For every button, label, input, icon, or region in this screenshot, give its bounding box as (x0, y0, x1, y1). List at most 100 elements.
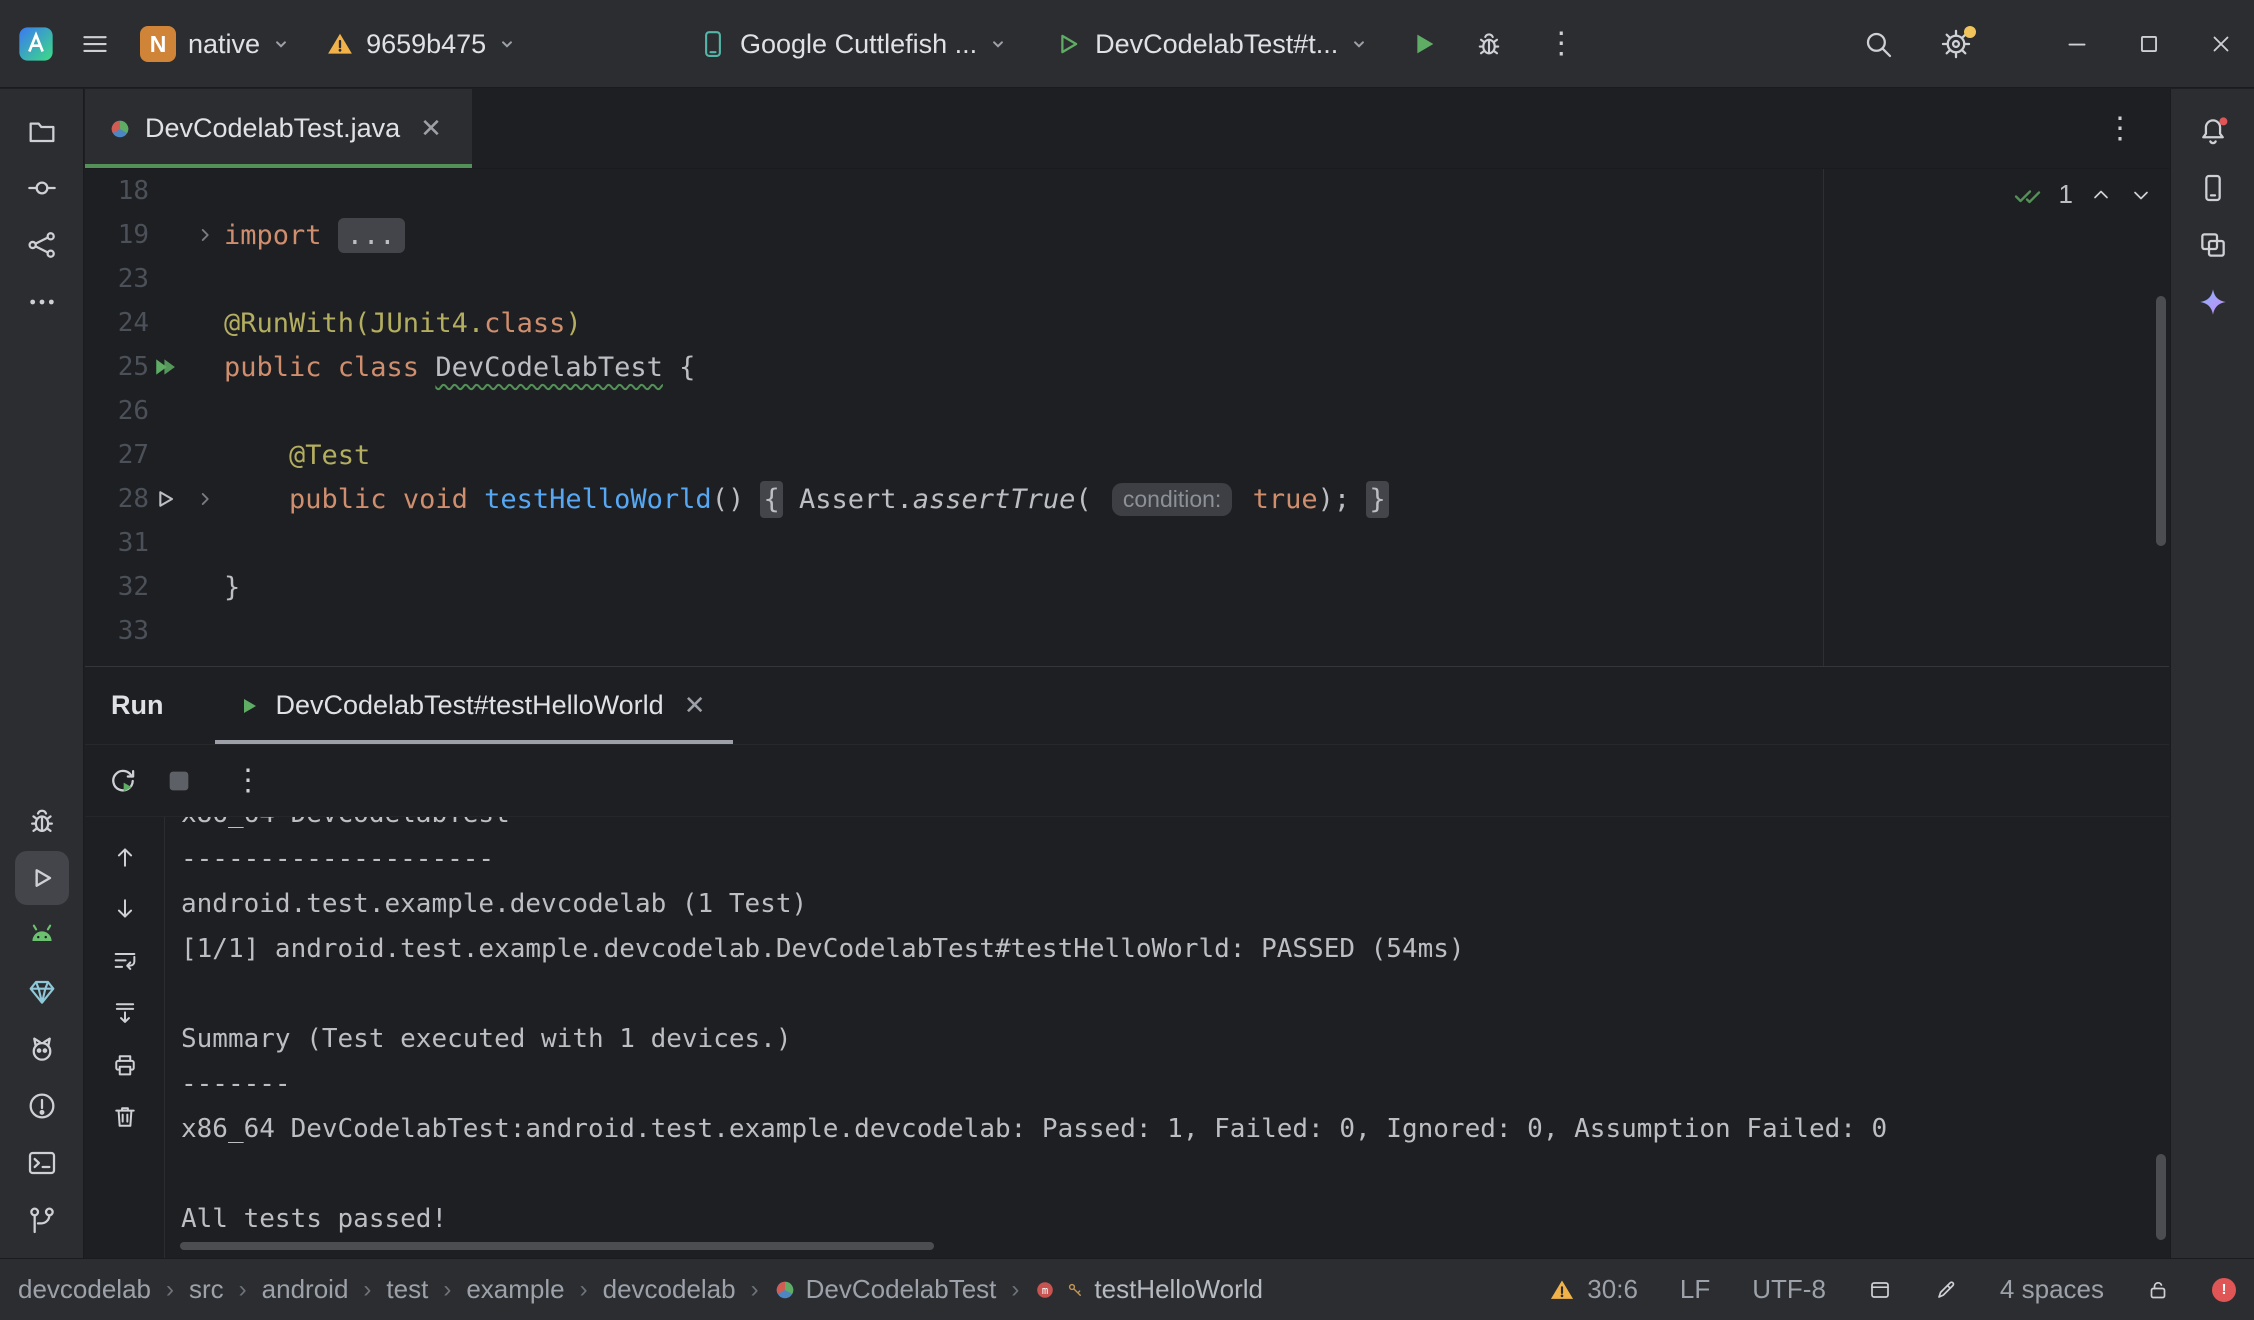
more-button[interactable] (15, 275, 69, 329)
run-tab[interactable]: DevCodelabTest#testHelloWorld ✕ (215, 667, 733, 744)
project-button[interactable] (15, 104, 69, 158)
breadcrumb-item[interactable]: devcodelab (18, 1274, 151, 1305)
debug-button[interactable] (1474, 29, 1504, 59)
close-tab-button[interactable]: ✕ (414, 111, 448, 146)
console-options-button[interactable]: ⋮ (225, 766, 271, 796)
highlighting-level-widget[interactable] (1934, 1278, 1958, 1302)
ide-error-badge[interactable]: ! (2212, 1278, 2236, 1302)
breadcrumb-item[interactable]: mtestHelloWorld (1034, 1274, 1263, 1305)
run-configuration-selector[interactable]: DevCodelabTest#t... (1047, 21, 1374, 68)
logcat-icon (26, 1033, 58, 1065)
notifications-button[interactable] (2186, 104, 2240, 158)
settings-button[interactable] (1940, 28, 1972, 60)
run-class-icon[interactable] (151, 353, 179, 381)
code-editor[interactable]: 1819import ...2324@RunWith(JUnit4.class)… (85, 169, 2169, 666)
inspections-widget[interactable]: 1 (2013, 179, 2153, 210)
rerun-button[interactable] (99, 757, 147, 805)
code-line[interactable]: 18 (85, 169, 2169, 213)
close-icon: ✕ (420, 113, 442, 143)
notifications-icon (2197, 115, 2229, 147)
code-line[interactable]: 19import ... (85, 213, 2169, 257)
fold-icon[interactable] (194, 224, 216, 246)
breadcrumb-item[interactable]: devcodelab (603, 1274, 736, 1305)
code-line[interactable]: 24@RunWith(JUnit4.class) (85, 301, 2169, 345)
soft-wrap-button[interactable] (101, 937, 149, 985)
gemini-button[interactable] (2186, 275, 2240, 329)
breadcrumb: devcodelab›src›android›test›example›devc… (18, 1274, 1263, 1305)
logcat-button[interactable] (15, 1022, 69, 1076)
resource-manager-button[interactable] (2186, 218, 2240, 272)
run-button[interactable] (1408, 28, 1440, 60)
arrow-up-icon (111, 843, 139, 871)
project-icon (26, 115, 58, 147)
breadcrumb-item[interactable]: DevCodelabTest (774, 1274, 997, 1305)
console-horizontal-scrollbar[interactable] (180, 1242, 934, 1250)
editor-scrollbar[interactable] (2156, 296, 2166, 546)
code-line[interactable]: 32} (85, 565, 2169, 609)
breadcrumb-item[interactable]: test (386, 1274, 428, 1305)
layout-widget[interactable] (1868, 1278, 1892, 1302)
inspections-count: 1 (2059, 179, 2073, 210)
problems-widget[interactable]: 30:6 (1549, 1274, 1638, 1305)
stop-button[interactable] (155, 757, 203, 805)
breadcrumb-item[interactable]: example (466, 1274, 564, 1305)
code-line[interactable]: 23 (85, 257, 2169, 301)
project-widget[interactable]: N native (134, 18, 296, 70)
line-separator-widget[interactable]: LF (1680, 1274, 1710, 1305)
soft-wrap-icon (111, 947, 139, 975)
run-tab-label: DevCodelabTest#testHelloWorld (275, 690, 663, 721)
debug-button[interactable] (15, 794, 69, 848)
next-problem-button[interactable] (2129, 183, 2153, 207)
code-line[interactable]: 31 (85, 521, 2169, 565)
fold-icon[interactable] (194, 488, 216, 510)
code-line[interactable]: 25public class DevCodelabTest { (85, 345, 2169, 389)
close-window-button[interactable] (2208, 31, 2234, 57)
editor-tab[interactable]: DevCodelabTest.java ✕ (85, 89, 472, 168)
close-run-tab-button[interactable]: ✕ (678, 688, 712, 723)
clear-button[interactable] (101, 1093, 149, 1141)
code-line[interactable]: 26 (85, 389, 2169, 433)
main-area: DevCodelabTest.java ✕ ⋮ 1819import ...23… (85, 89, 2169, 1258)
status-right-group: 30:6 LF UTF-8 4 spaces ! (1549, 1274, 2236, 1305)
print-button[interactable] (101, 1041, 149, 1089)
maximize-button[interactable] (2136, 31, 2162, 57)
scroll-end-button[interactable] (101, 989, 149, 1037)
previous-problem-button[interactable] (2089, 183, 2113, 207)
running-devices-button[interactable] (15, 908, 69, 962)
version-control-button[interactable] (15, 1193, 69, 1247)
code-line[interactable]: 28 public void testHelloWorld() { Assert… (85, 477, 2169, 521)
code-line[interactable]: 27 @Test (85, 433, 2169, 477)
breadcrumb-item[interactable]: android (262, 1274, 349, 1305)
play-icon (237, 694, 261, 718)
more-icon (26, 286, 58, 318)
warning-icon (326, 30, 354, 58)
search-everywhere-button[interactable] (1862, 28, 1894, 60)
run-icon[interactable] (151, 485, 179, 513)
breadcrumb-item[interactable]: src (189, 1274, 224, 1305)
commit-button[interactable] (15, 161, 69, 215)
terminal-button[interactable] (15, 1136, 69, 1190)
more-actions-button[interactable]: ⋮ (1538, 29, 1584, 59)
tab-options-button[interactable]: ⋮ (2097, 114, 2143, 144)
structure-button[interactable] (15, 218, 69, 272)
code-line[interactable]: 33 (85, 609, 2169, 653)
debug-icon (26, 805, 58, 837)
problems-button[interactable] (15, 1079, 69, 1133)
run-button[interactable] (15, 851, 69, 905)
main-menu-button[interactable] (80, 29, 110, 59)
vcs-widget[interactable]: 9659b475 (320, 21, 522, 68)
device-selector[interactable]: Google Cuttlefish ... (692, 21, 1013, 68)
arrow-up-button[interactable] (101, 833, 149, 881)
device-selector-label: Google Cuttlefish ... (740, 29, 977, 60)
encoding-widget[interactable]: UTF-8 (1752, 1274, 1826, 1305)
readonly-toggle[interactable] (2146, 1278, 2170, 1302)
console-output[interactable]: x86_64 DevCodelabTest ------------------… (165, 817, 2169, 1258)
console-line: x86_64 DevCodelabTest:android.test.examp… (181, 1107, 2169, 1152)
device-manager-button[interactable] (15, 965, 69, 1019)
indent-widget[interactable]: 4 spaces (2000, 1274, 2104, 1305)
device-explorer-button[interactable] (2186, 161, 2240, 215)
arrow-down-button[interactable] (101, 885, 149, 933)
minimize-button[interactable] (2064, 31, 2090, 57)
console-vertical-scrollbar[interactable] (2156, 1154, 2166, 1240)
line-number: 32 (85, 572, 149, 602)
